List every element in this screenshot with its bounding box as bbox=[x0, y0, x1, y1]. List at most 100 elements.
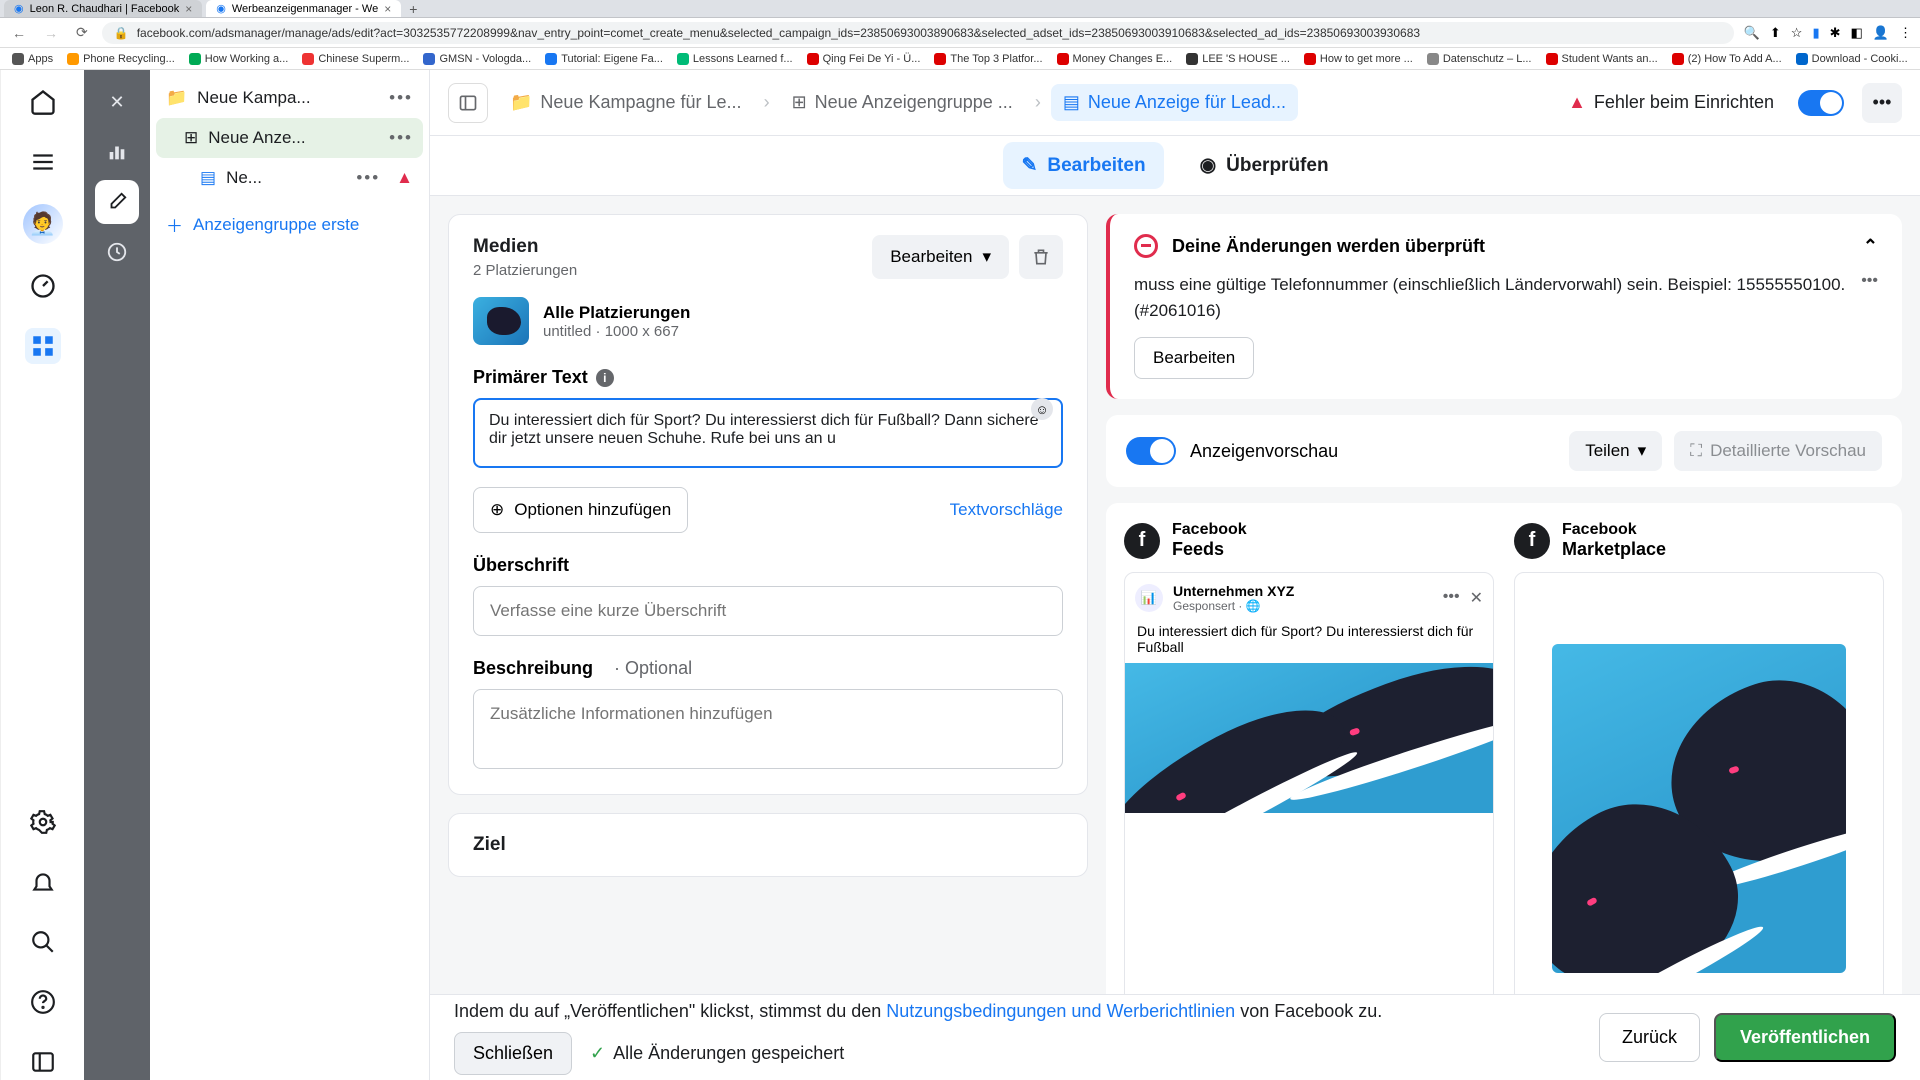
headline-input[interactable] bbox=[473, 586, 1063, 636]
zoom-icon[interactable]: 🔍 bbox=[1744, 25, 1760, 41]
bookmark[interactable]: Chinese Superm... bbox=[298, 53, 413, 65]
status-toggle[interactable] bbox=[1798, 90, 1844, 116]
bell-icon[interactable] bbox=[25, 864, 61, 900]
more-icon[interactable]: ••• bbox=[356, 168, 380, 188]
breadcrumb-ad[interactable]: ▤ Neue Anzeige für Lead... bbox=[1051, 84, 1298, 121]
bookmark[interactable]: Datenschutz – L... bbox=[1423, 53, 1536, 65]
close-icon[interactable]: × bbox=[185, 2, 192, 16]
preview-toggle[interactable] bbox=[1126, 437, 1176, 465]
new-tab-button[interactable]: + bbox=[401, 1, 425, 17]
star-icon[interactable]: ☆ bbox=[1791, 25, 1803, 41]
chevron-up-icon[interactable]: ⌃ bbox=[1863, 236, 1878, 257]
preview-feeds: f Facebook Feeds 📊 Unternehmen XYZ bbox=[1124, 521, 1494, 1044]
browser-tab[interactable]: ◉ Leon R. Chaudhari | Facebook × bbox=[4, 0, 202, 17]
bookmark[interactable]: Lessons Learned f... bbox=[673, 53, 797, 65]
edit-media-button[interactable]: Bearbeiten ▾ bbox=[872, 235, 1009, 279]
bookmark[interactable]: GMSN - Vologda... bbox=[419, 53, 535, 65]
adset-icon: ⊞ bbox=[184, 128, 198, 148]
bookmark[interactable]: Money Changes E... bbox=[1053, 53, 1177, 65]
more-icon[interactable]: ••• bbox=[1861, 272, 1878, 323]
main-editor: 📁 Neue Kampagne für Le... › ⊞ Neue Anzei… bbox=[430, 70, 1920, 1080]
add-adset-button[interactable]: ＋ Anzeigengruppe erste bbox=[156, 198, 423, 251]
reload-icon[interactable]: ⟳ bbox=[72, 24, 92, 41]
edit-icon[interactable] bbox=[95, 180, 139, 224]
text-suggestions-link[interactable]: Textvorschläge bbox=[950, 500, 1063, 520]
emoji-icon[interactable]: ☺ bbox=[1031, 398, 1053, 420]
bookmark[interactable]: LEE 'S HOUSE ... bbox=[1182, 53, 1294, 65]
info-icon[interactable]: i bbox=[596, 369, 614, 387]
close-icon[interactable]: × bbox=[384, 2, 391, 16]
breadcrumb-campaign[interactable]: 📁 Neue Kampagne für Le... bbox=[498, 84, 754, 121]
advertiser-logo: 📊 bbox=[1135, 584, 1163, 612]
breadcrumb-adset[interactable]: ⊞ Neue Anzeigengruppe ... bbox=[780, 84, 1025, 121]
bookmark[interactable]: Tutorial: Eigene Fa... bbox=[541, 53, 667, 65]
bookmark[interactable]: Download - Cooki... bbox=[1792, 53, 1912, 65]
back-button[interactable]: Zurück bbox=[1599, 1013, 1700, 1062]
more-icon[interactable]: ••• bbox=[1443, 588, 1460, 608]
fb-icon[interactable]: ▮ bbox=[1812, 25, 1819, 41]
check-icon: ✓ bbox=[590, 1043, 605, 1064]
tree-adset[interactable]: ⊞ Neue Anze... ••• bbox=[156, 118, 423, 158]
history-icon[interactable] bbox=[95, 230, 139, 274]
ads-manager-icon[interactable] bbox=[25, 328, 61, 364]
edit-icon: ✎ bbox=[1021, 154, 1037, 177]
bookmark[interactable]: The Top 3 Platfor... bbox=[930, 53, 1046, 65]
publish-button[interactable]: Veröffentlichen bbox=[1714, 1013, 1896, 1062]
tab-label: Bearbeiten bbox=[1047, 155, 1145, 177]
ext-icon[interactable]: ✱ bbox=[1830, 25, 1841, 41]
global-nav-rail: 🧑‍💼 bbox=[0, 70, 84, 1080]
tab-review[interactable]: ◉ Überprüfen bbox=[1182, 142, 1347, 189]
more-icon[interactable]: ••• bbox=[389, 128, 413, 148]
btn-label: Teilen bbox=[1585, 441, 1629, 461]
bookmark[interactable]: Apps bbox=[8, 53, 57, 65]
forward-icon[interactable]: → bbox=[40, 25, 62, 41]
tree-ad[interactable]: ▤ Ne... ••• ▲ bbox=[156, 158, 423, 198]
more-icon[interactable]: ••• bbox=[389, 88, 413, 108]
collapse-icon[interactable] bbox=[25, 1044, 61, 1080]
bookmark[interactable]: Phone Recycling... bbox=[63, 53, 179, 65]
tree-campaign[interactable]: 📁 Neue Kampa... ••• bbox=[156, 78, 423, 118]
description-input[interactable] bbox=[473, 689, 1063, 769]
panel-toggle-icon[interactable] bbox=[448, 83, 488, 123]
share-button[interactable]: Teilen ▾ bbox=[1569, 431, 1662, 471]
placement-title: Alle Platzierungen bbox=[543, 303, 690, 323]
menu-icon[interactable]: ⋮ bbox=[1899, 25, 1912, 41]
close-button[interactable]: Schließen bbox=[454, 1032, 572, 1075]
more-icon[interactable]: ••• bbox=[1862, 83, 1902, 123]
menu-icon[interactable] bbox=[25, 144, 61, 180]
home-icon[interactable] bbox=[25, 84, 61, 120]
chevron-down-icon: ▾ bbox=[982, 247, 991, 267]
avatar[interactable]: 🧑‍💼 bbox=[23, 204, 63, 244]
chart-icon[interactable] bbox=[95, 130, 139, 174]
warning-icon: ▲ bbox=[396, 168, 413, 188]
gear-icon[interactable] bbox=[25, 804, 61, 840]
terms-link[interactable]: Nutzungsbedingungen und Werberichtlinien bbox=[886, 1001, 1235, 1021]
placement-row[interactable]: Alle Platzierungen untitled · 1000 x 667 bbox=[473, 297, 1063, 345]
bookmark[interactable]: How Working a... bbox=[185, 53, 293, 65]
media-subtitle: 2 Platzierungen bbox=[473, 262, 577, 279]
headline-label: Überschrift bbox=[473, 555, 1063, 576]
delete-button[interactable] bbox=[1019, 235, 1063, 279]
profile-icon[interactable]: 👤 bbox=[1873, 25, 1889, 41]
tab-edit[interactable]: ✎ Bearbeiten bbox=[1003, 142, 1163, 189]
close-icon[interactable]: ✕ bbox=[1470, 588, 1483, 608]
back-icon[interactable]: ← bbox=[8, 25, 30, 41]
bc-label: Neue Anzeige für Lead... bbox=[1088, 92, 1286, 113]
bookmark[interactable]: Student Wants an... bbox=[1542, 53, 1662, 65]
ext-icon[interactable]: ◧ bbox=[1851, 25, 1863, 41]
browser-tab-active[interactable]: ◉ Werbeanzeigenmanager - We × bbox=[206, 0, 401, 17]
form-column: Medien 2 Platzierungen Bearbeiten ▾ bbox=[448, 214, 1088, 1062]
help-icon[interactable] bbox=[25, 984, 61, 1020]
share-icon[interactable]: ⬆ bbox=[1770, 25, 1781, 41]
gauge-icon[interactable] bbox=[25, 268, 61, 304]
search-icon[interactable] bbox=[25, 924, 61, 960]
add-options-button[interactable]: ⊕ Optionen hinzufügen bbox=[473, 487, 688, 533]
warning-edit-button[interactable]: Bearbeiten bbox=[1134, 337, 1254, 379]
bookmark[interactable]: (2) How To Add A... bbox=[1668, 53, 1786, 65]
bookmark[interactable]: Qing Fei De Yi - Ü... bbox=[803, 53, 925, 65]
detailed-preview-button[interactable]: ⛶ Detaillierte Vorschau bbox=[1674, 431, 1882, 471]
bookmark[interactable]: How to get more ... bbox=[1300, 53, 1417, 65]
url-input[interactable]: 🔒 facebook.com/adsmanager/manage/ads/edi… bbox=[102, 22, 1734, 44]
close-editor-button[interactable]: ✕ bbox=[95, 80, 139, 124]
primary-text-input[interactable] bbox=[473, 398, 1063, 468]
